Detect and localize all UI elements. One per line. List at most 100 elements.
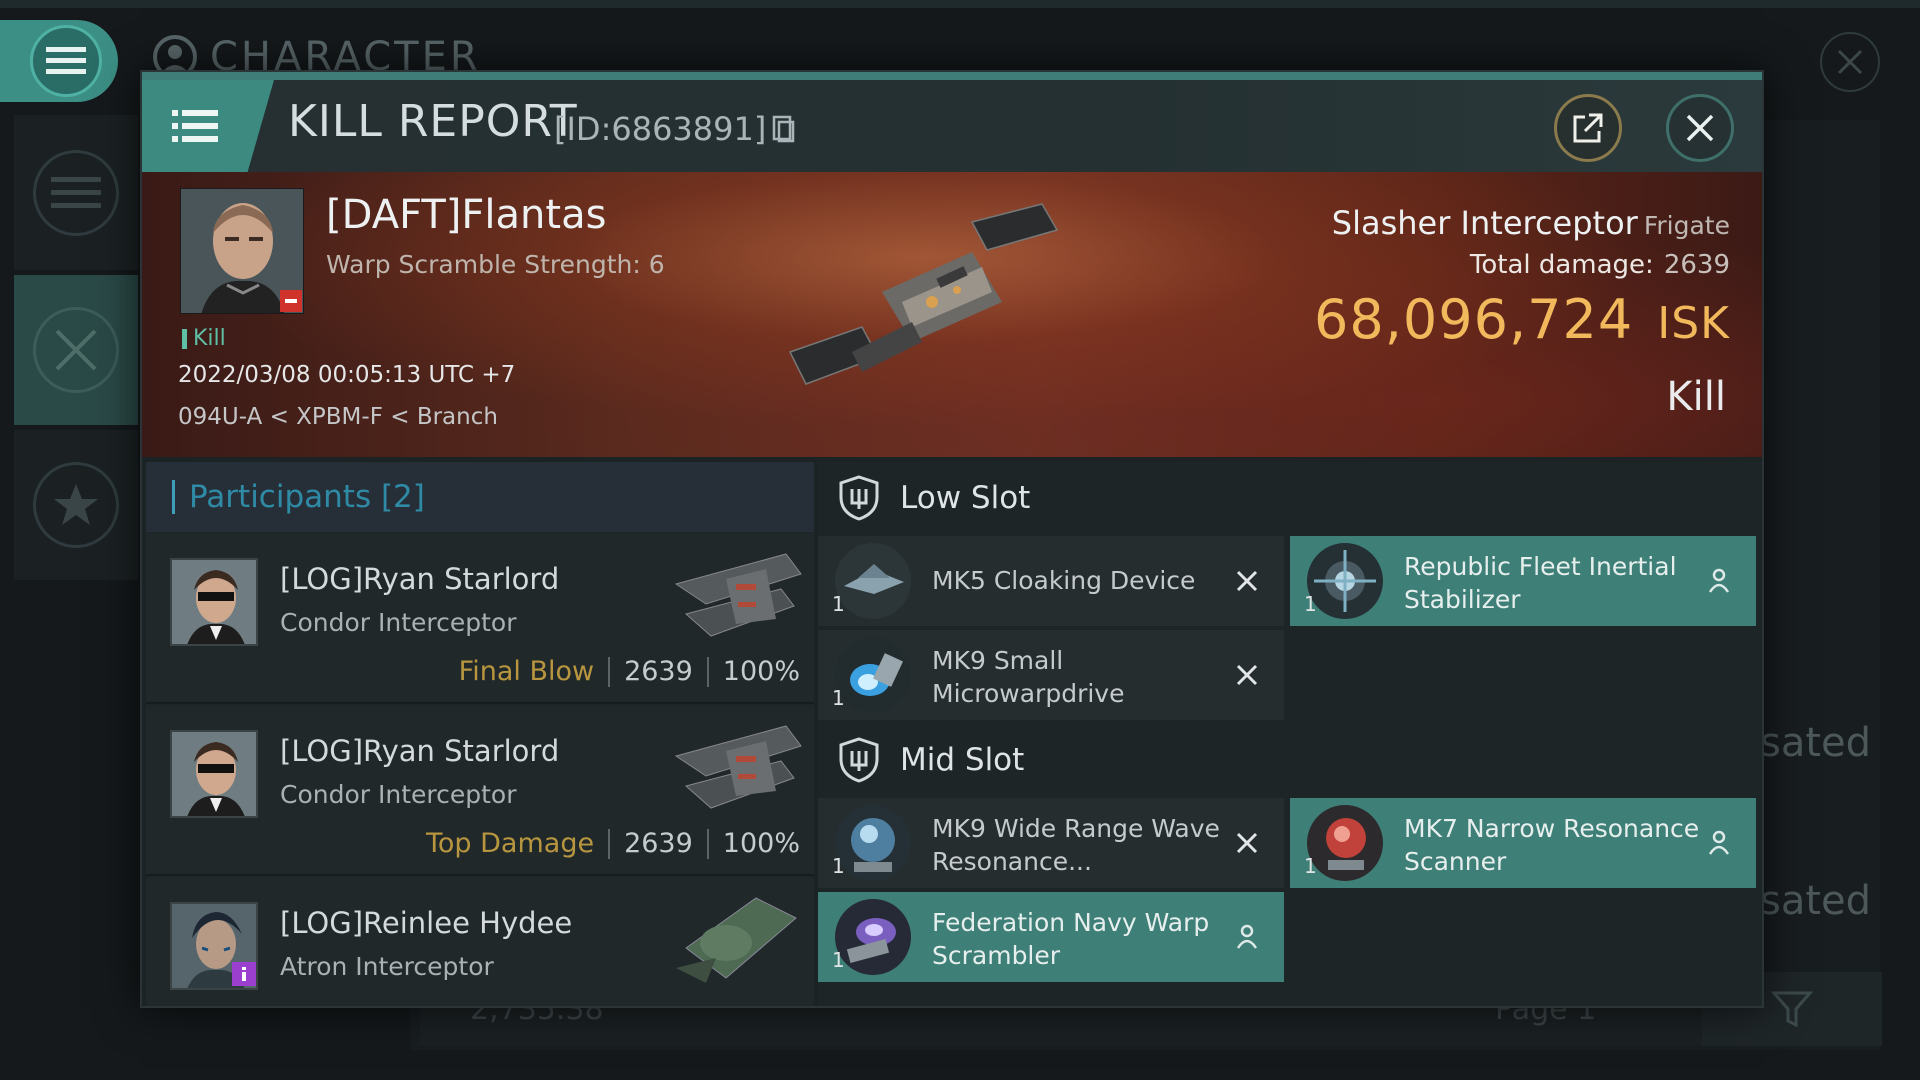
participant-ship-image xyxy=(674,553,802,637)
report-id: [ID:6863891] xyxy=(554,110,796,148)
background-close-button[interactable] xyxy=(1820,32,1880,92)
participant-row[interactable]: [LOG]Ryan Starlord Condor Interceptor To… xyxy=(146,706,814,876)
sidebar-item-list[interactable] xyxy=(14,115,138,270)
wave-resonance-icon xyxy=(834,804,912,882)
sidebar-item-favorites[interactable] xyxy=(14,430,138,580)
destroyed-icon xyxy=(1232,566,1262,596)
shield-slot-icon xyxy=(839,475,879,521)
participants-header: Participants [2] xyxy=(146,462,814,532)
module-name: Republic Fleet Inertial Stabilizer xyxy=(1404,552,1677,614)
background-status-text: sated xyxy=(1760,720,1872,766)
participant-name: [LOG]Ryan Starlord xyxy=(280,734,560,768)
participant-name: [LOG]Reinlee Hydee xyxy=(280,906,573,940)
participant-name: [LOG]Ryan Starlord xyxy=(280,562,560,596)
sidebar-item-combat[interactable] xyxy=(14,275,138,425)
participant-avatar xyxy=(170,730,258,818)
report-id-text: [ID:6863891] xyxy=(554,110,767,148)
destroyed-icon xyxy=(1232,660,1262,690)
participant-percent: 100% xyxy=(722,656,800,687)
microwarpdrive-icon xyxy=(834,636,912,714)
hostile-badge xyxy=(280,290,302,312)
fitted-module[interactable]: 1 MK5 Cloaking Device xyxy=(818,536,1284,626)
participant-percent: 100% xyxy=(722,828,800,859)
background-sidebar xyxy=(14,115,138,580)
close-button[interactable] xyxy=(1666,94,1734,162)
person-icon xyxy=(1704,828,1734,858)
fitting-panel: Low Slot 1 MK5 Cloaking Device 1 Republi… xyxy=(818,462,1762,1006)
participant-tag: Top Damage xyxy=(426,828,595,859)
menu-icon xyxy=(172,110,218,142)
background-status-text: sated xyxy=(1760,878,1872,924)
isk-unit: ISK xyxy=(1657,298,1730,349)
close-icon xyxy=(1837,49,1863,75)
total-damage-label: Total damage: xyxy=(1469,250,1654,280)
victim-ship-line: Slasher Interceptor Frigate xyxy=(1332,204,1730,242)
divider xyxy=(706,656,709,687)
total-damage: Total damage: 2639 xyxy=(1470,250,1730,280)
background-menu-button[interactable] xyxy=(0,20,118,102)
victim-ship-class: Frigate xyxy=(1643,211,1730,240)
participant-ship-image xyxy=(676,897,797,983)
mid-slot-title: Mid Slot xyxy=(900,742,1025,778)
module-quantity: 1 xyxy=(1304,854,1317,878)
fitting-next-section-edge xyxy=(818,992,1762,1006)
participant-avatar xyxy=(170,558,258,646)
mid-slot-header: Mid Slot xyxy=(818,724,1762,796)
participant-row[interactable]: [LOG]Ryan Starlord Condor Interceptor Fi… xyxy=(146,534,814,704)
dialog-title: KILL REPORT xyxy=(288,96,578,147)
victim-name[interactable]: [DAFT]Flantas xyxy=(326,192,606,238)
kill-report-dialog: KILL REPORT [ID:6863891] [DAFT]Flantas W… xyxy=(140,70,1764,1008)
warp-scrambler-icon xyxy=(834,898,912,976)
kill-result: Kill xyxy=(1666,374,1726,420)
warp-scramble-strength: Warp Scramble Strength: 6 xyxy=(326,250,665,279)
person-icon xyxy=(1232,922,1262,952)
participant-damage: 2639 xyxy=(624,828,693,859)
dropped-module[interactable]: 1 Republic Fleet Inertial Stabilizer xyxy=(1290,536,1756,626)
participant-stats: Top Damage 2639 100% xyxy=(426,828,800,859)
star-icon xyxy=(33,462,119,548)
destroyed-icon xyxy=(1232,828,1262,858)
fitted-module[interactable]: 1 MK9 Small Microwarpdrive xyxy=(818,630,1284,720)
kill-tag-bar xyxy=(182,328,187,349)
crossed-swords-icon xyxy=(33,307,119,393)
filter-icon xyxy=(1770,991,1814,1028)
victim-ship-image xyxy=(788,203,1059,385)
kill-location[interactable]: 094U-A < XPBM-F < Branch xyxy=(178,404,498,430)
module-name: MK9 Wide Range Wave Resonance... xyxy=(932,814,1220,876)
low-slot-header: Low Slot xyxy=(818,462,1762,534)
victim-banner: [DAFT]Flantas Warp Scramble Strength: 6 … xyxy=(142,172,1762,457)
low-slot-title: Low Slot xyxy=(900,480,1031,516)
divider xyxy=(706,828,709,859)
copy-icon[interactable] xyxy=(772,115,796,143)
module-quantity: 1 xyxy=(832,686,845,710)
dialog-menu-button[interactable] xyxy=(142,80,274,172)
dialog-header: KILL REPORT [ID:6863891] xyxy=(142,80,1762,172)
share-button[interactable] xyxy=(1554,94,1622,162)
isk-value-line: 68,096,724 ISK xyxy=(1314,288,1730,351)
inertial-stabilizer-icon xyxy=(1306,542,1384,620)
resonance-scanner-icon xyxy=(1306,804,1384,882)
victim-ship-name[interactable]: Slasher Interceptor xyxy=(1332,204,1638,242)
cloaking-device-icon xyxy=(834,542,912,620)
person-icon xyxy=(1704,566,1734,596)
participant-ship-image xyxy=(674,725,802,809)
dropped-module[interactable]: 1 Federation Navy Warp Scrambler xyxy=(818,892,1284,982)
participants-panel: Participants [2] [LOG]Ryan Starlord Cond… xyxy=(146,462,814,1006)
module-name: MK9 Small Microwarpdrive xyxy=(932,646,1125,708)
participant-tag: Final Blow xyxy=(458,656,595,687)
menu-icon xyxy=(30,25,102,97)
divider xyxy=(608,828,611,859)
participant-ship: Condor Interceptor xyxy=(280,608,517,637)
participant-stats: Final Blow 2639 100% xyxy=(459,656,800,687)
close-icon xyxy=(1686,114,1714,142)
divider xyxy=(608,656,611,687)
participant-ship: Atron Interceptor xyxy=(280,952,494,981)
module-name: MK7 Narrow Resonance Scanner xyxy=(1404,814,1700,876)
fitted-module[interactable]: 1 MK9 Wide Range Wave Resonance... xyxy=(818,798,1284,888)
kill-tag-text: Kill xyxy=(193,326,226,351)
dropped-module[interactable]: 1 MK7 Narrow Resonance Scanner xyxy=(1290,798,1756,888)
module-name: MK5 Cloaking Device xyxy=(932,566,1196,595)
participant-row[interactable]: [LOG]Reinlee Hydee Atron Interceptor xyxy=(146,878,814,1006)
isk-value: 68,096,724 xyxy=(1314,288,1634,351)
kill-timestamp: 2022/03/08 00:05:13 UTC +7 xyxy=(178,362,516,388)
